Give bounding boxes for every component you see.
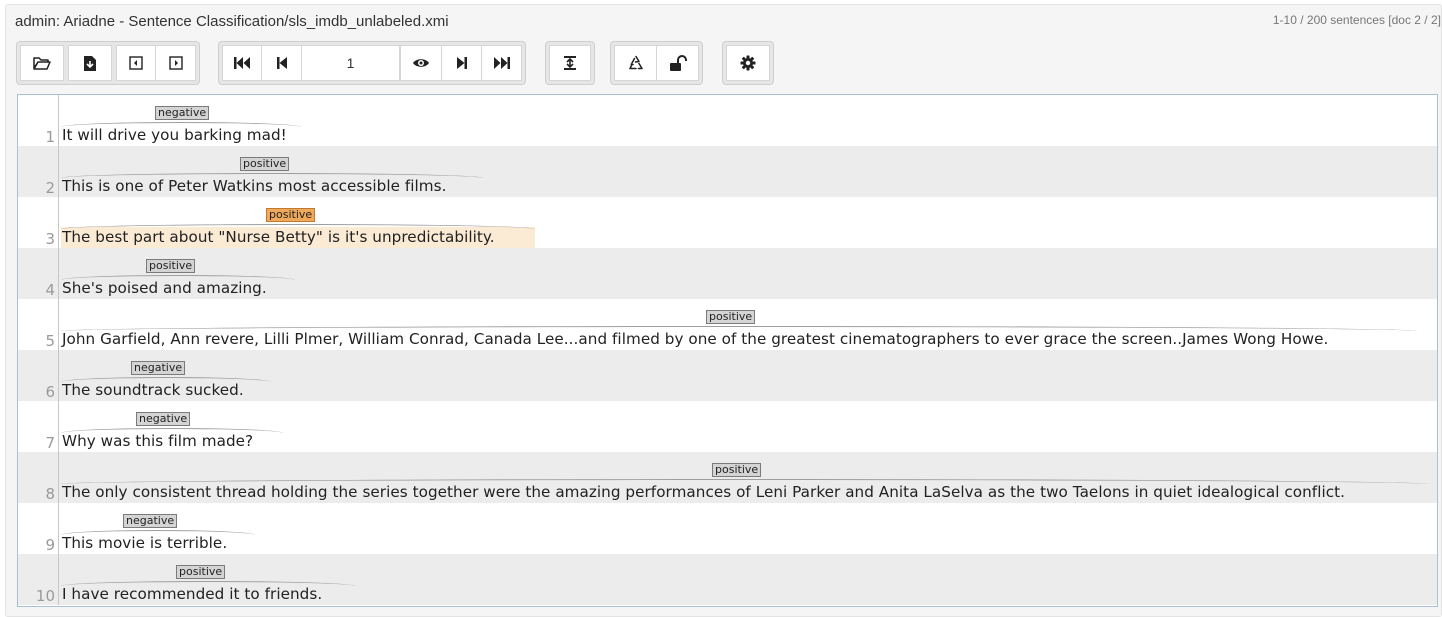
sentence-row[interactable]: 6 negative The soundtrack sucked.	[18, 350, 1437, 401]
sentiment-label-tag[interactable]: negative	[155, 106, 210, 120]
sentence-text: Why was this film made?	[62, 432, 254, 450]
reset-icon	[627, 55, 645, 71]
first-page-icon	[233, 56, 251, 70]
sentiment-label-tag[interactable]: positive	[176, 565, 226, 579]
sentiment-label-tag[interactable]: negative	[131, 361, 186, 375]
last-page-icon	[493, 56, 511, 70]
sentiment-label-tag[interactable]: positive	[146, 259, 196, 273]
next-page-button[interactable]	[442, 45, 482, 81]
sentiment-label-tag[interactable]: positive	[266, 208, 316, 222]
sentence-text: This is one of Peter Watkins most access…	[62, 177, 447, 195]
sentence-row[interactable]: 5 positive John Garfield, Ann revere, Lill…	[18, 299, 1437, 350]
first-page-button[interactable]	[222, 45, 262, 81]
sentence-text: The soundtrack sucked.	[62, 381, 244, 399]
sentiment-label-tag[interactable]: negative	[136, 412, 191, 426]
line-number: 6	[45, 383, 55, 401]
annotation-editor[interactable]: 1 negative It will drive you barking mad! 2…	[17, 94, 1438, 607]
sentiment-label-tag[interactable]: positive	[706, 310, 756, 324]
annotation-app: admin: Ariadne - Sentence Classification…	[5, 4, 1442, 617]
sentiment-label-tag[interactable]: positive	[240, 157, 290, 171]
sidebar-toolbar-group	[545, 41, 595, 85]
line-number: 5	[45, 332, 55, 350]
sentence-text: It will drive you barking mad!	[62, 126, 287, 144]
preview-button[interactable]	[400, 45, 442, 81]
line-number: 2	[45, 179, 55, 197]
document-state-toolbar-group	[610, 41, 703, 85]
line-gutter: 6	[18, 350, 59, 401]
previous-page-icon	[276, 56, 288, 70]
folder-open-icon	[33, 56, 51, 70]
preview-icon	[412, 57, 430, 69]
next-document-icon	[168, 56, 183, 70]
open-document-button[interactable]	[20, 45, 64, 81]
sentence-row[interactable]: 1 negative It will drive you barking mad!	[18, 95, 1437, 146]
reset-document-button[interactable]	[614, 45, 657, 81]
sentiment-label-tag[interactable]: positive	[712, 463, 762, 477]
line-number: 3	[45, 230, 55, 248]
sentiment-label-tag[interactable]: negative	[123, 514, 178, 528]
export-icon	[83, 55, 97, 72]
line-number: 4	[45, 281, 55, 299]
paging-toolbar-group	[218, 41, 526, 85]
line-gutter: 9	[18, 503, 59, 554]
sentence-text: John Garfield, Ann revere, Lilli Plmer, …	[62, 330, 1329, 348]
line-gutter: 5	[18, 299, 59, 350]
sentence-row[interactable]: 2 positive This is one of Peter Watkins mo…	[18, 146, 1437, 197]
recommender-sidebar-icon	[562, 55, 578, 71]
line-gutter: 3	[18, 197, 59, 248]
sentence-row[interactable]: 4 positive She's poised and amazing.	[18, 248, 1437, 299]
line-number: 7	[45, 434, 55, 452]
line-gutter: 1	[18, 95, 59, 146]
sentence-row[interactable]: 3 positive The best part about "Nurse Bett…	[18, 197, 1437, 248]
line-number: 8	[45, 485, 55, 503]
previous-document-icon	[129, 56, 143, 70]
document-toolbar-group	[16, 41, 200, 85]
next-page-icon	[456, 56, 468, 70]
previous-document-button[interactable]	[116, 45, 156, 81]
line-gutter: 4	[18, 248, 59, 299]
page-title: admin: Ariadne - Sentence Classification…	[15, 13, 449, 30]
sentence-text: She's poised and amazing.	[62, 279, 267, 297]
recommender-sidebar-button[interactable]	[549, 45, 591, 81]
line-number: 1	[45, 128, 55, 146]
line-gutter: 10	[18, 554, 59, 605]
sentence-text: The best part about "Nurse Betty" is it'…	[62, 228, 495, 246]
sentence-row[interactable]: 7 negative Why was this film made?	[18, 401, 1437, 452]
unlock-document-button[interactable]	[657, 45, 699, 81]
sentence-text: I have recommended it to friends.	[62, 585, 323, 603]
sentence-row[interactable]: 8 positive The only consistent thread hold…	[18, 452, 1437, 503]
next-document-button[interactable]	[156, 45, 196, 81]
unlock-icon	[669, 54, 687, 72]
line-number: 9	[45, 536, 55, 554]
settings-toolbar-group	[722, 41, 774, 85]
line-gutter: 7	[18, 401, 59, 452]
line-number: 10	[35, 587, 55, 605]
sentence-text: The only consistent thread holding the s…	[62, 483, 1346, 501]
sentence-row[interactable]: 9 negative This movie is terrible.	[18, 503, 1437, 554]
page-number-input[interactable]	[302, 45, 400, 81]
last-page-button[interactable]	[482, 45, 522, 81]
settings-button[interactable]	[726, 45, 770, 81]
line-gutter: 8	[18, 452, 59, 503]
export-button[interactable]	[68, 45, 112, 81]
line-gutter: 2	[18, 146, 59, 197]
sentence-range-status: 1-10 / 200 sentences [doc 2 / 2]	[1272, 13, 1441, 27]
sentence-row[interactable]: 10 positive I have recommended it to frien…	[18, 554, 1437, 605]
previous-page-button[interactable]	[262, 45, 302, 81]
settings-icon	[740, 55, 756, 71]
sentence-text: This movie is terrible.	[62, 534, 228, 552]
